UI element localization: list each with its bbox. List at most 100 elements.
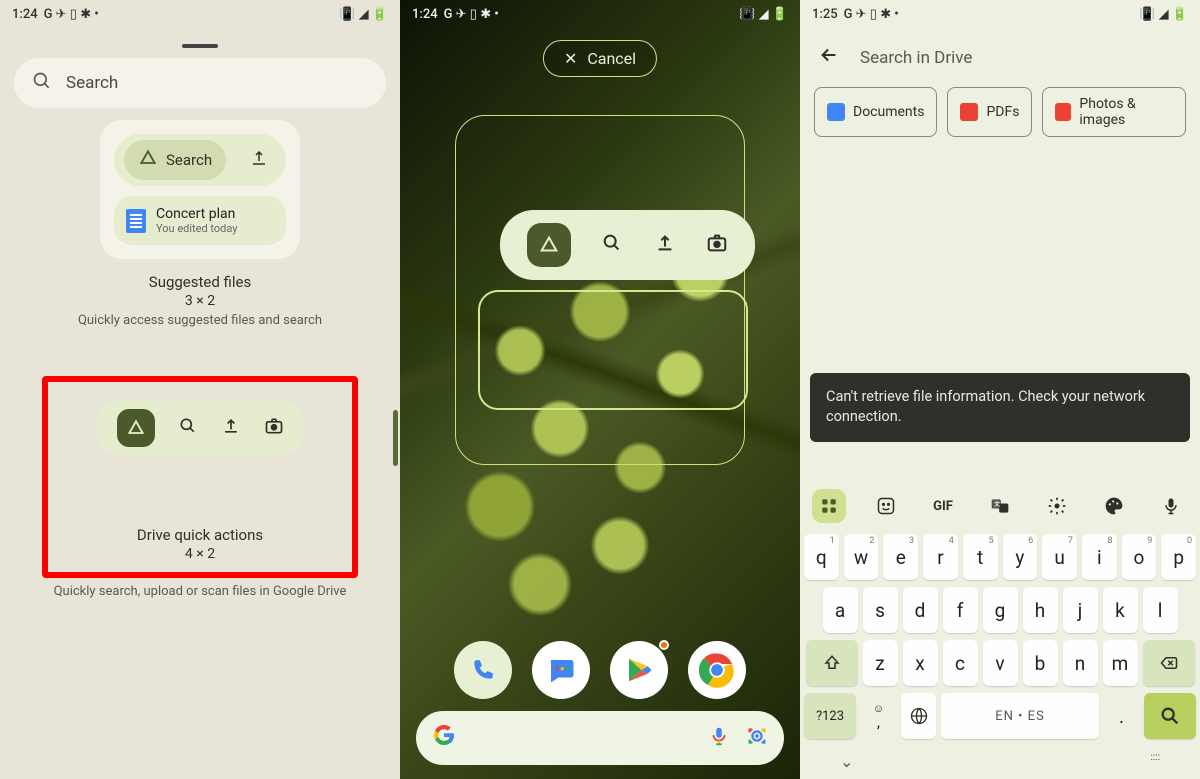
mic-icon[interactable]	[1154, 489, 1188, 523]
drive-icon[interactable]	[527, 223, 571, 267]
status-bar: 1:24 G ✈ ▯ ✱ • 📳 ◢ 🔋	[0, 0, 400, 28]
key-n[interactable]: n	[1063, 640, 1098, 686]
space-key[interactable]: EN • ES	[941, 693, 1099, 739]
search-icon	[178, 416, 198, 440]
highlight-box: Drive quick actions 4 × 2	[42, 376, 358, 578]
clock: 1:24	[12, 7, 38, 22]
widget-preview-quick-actions[interactable]	[95, 400, 305, 456]
backspace-key[interactable]	[1143, 640, 1195, 686]
key-f[interactable]: f	[943, 587, 978, 633]
key-c[interactable]: c	[943, 640, 978, 686]
key-h[interactable]: h	[1023, 587, 1058, 633]
widget-size: 4 × 2	[66, 546, 334, 562]
gif-button[interactable]: GIF	[926, 489, 960, 523]
key-i[interactable]: i8	[1082, 534, 1117, 580]
chip-images[interactable]: Photos & images	[1042, 87, 1186, 137]
shift-key[interactable]	[806, 640, 858, 686]
file-title: Concert plan	[156, 206, 237, 222]
key-a[interactable]: a	[823, 587, 858, 633]
widget-search[interactable]: Search	[14, 58, 386, 108]
resize-frame[interactable]	[478, 290, 748, 410]
docs-icon	[827, 103, 845, 121]
upload-icon	[221, 416, 241, 440]
key-v[interactable]: v	[983, 640, 1018, 686]
key-b[interactable]: b	[1023, 640, 1058, 686]
upload-icon[interactable]	[654, 232, 676, 258]
widget-name: Suggested files	[14, 273, 386, 291]
key-s[interactable]: s	[863, 587, 898, 633]
key-w[interactable]: w2	[844, 534, 879, 580]
drag-handle[interactable]	[182, 44, 218, 48]
lens-icon[interactable]	[746, 725, 768, 751]
key-l[interactable]: l	[1143, 587, 1178, 633]
chip-pdfs[interactable]: PDFs	[947, 87, 1032, 137]
close-icon: ✕	[564, 49, 577, 68]
key-q[interactable]: q1	[804, 534, 839, 580]
scroll-indicator[interactable]	[393, 410, 398, 466]
key-m[interactable]: m	[1103, 640, 1138, 686]
status-right: 📳 ◢ 🔋	[1139, 7, 1188, 22]
file-chip: Concert plan You edited today	[114, 196, 286, 245]
google-search-bar[interactable]	[416, 711, 784, 765]
image-icon	[1055, 103, 1071, 121]
apps-icon[interactable]	[812, 489, 846, 523]
settings-icon[interactable]	[1040, 489, 1074, 523]
clock: 1:25	[812, 7, 838, 22]
search-icon	[32, 71, 52, 96]
key-e[interactable]: e3	[883, 534, 918, 580]
search-placeholder: Search	[66, 73, 118, 93]
key-k[interactable]: k	[1103, 587, 1138, 633]
key-d[interactable]: d	[903, 587, 938, 633]
palette-icon[interactable]	[1097, 489, 1131, 523]
emoji-key[interactable]: ☺,	[861, 693, 896, 739]
keyboard-handle-icon[interactable]: ::::	[1150, 752, 1160, 771]
language-key[interactable]	[901, 693, 936, 739]
key-r[interactable]: r4	[923, 534, 958, 580]
widget-desc: Quickly access suggested files and searc…	[14, 313, 386, 328]
key-x[interactable]: x	[903, 640, 938, 686]
key-z[interactable]: z	[863, 640, 898, 686]
keyboard: GIF 文 q1w2e3r4t5y6u7i8o9p0 asdfghjkl zxc…	[800, 482, 1200, 779]
filter-chips: Documents PDFs Photos & images	[800, 87, 1200, 153]
svg-text:文: 文	[994, 500, 1000, 508]
sticker-icon[interactable]	[869, 489, 903, 523]
period-key[interactable]: .	[1104, 693, 1139, 739]
search-label: Search	[166, 151, 212, 169]
translate-icon[interactable]: 文	[983, 489, 1017, 523]
keyboard-row-3: zxcvbnm	[804, 640, 1196, 686]
symbols-key[interactable]: ?123	[804, 693, 856, 739]
search-key[interactable]	[1144, 693, 1196, 739]
play-store-app-icon[interactable]	[610, 641, 668, 699]
status-bar: 1:25 G ✈ ▯ ✱ • 📳 ◢ 🔋	[800, 0, 1200, 28]
camera-icon	[264, 416, 284, 440]
key-t[interactable]: t5	[963, 534, 998, 580]
mic-icon[interactable]	[708, 725, 730, 751]
dock	[400, 641, 800, 699]
collapse-keyboard-icon[interactable]: ⌄	[840, 752, 853, 771]
widget-size: 3 × 2	[14, 293, 386, 309]
chip-documents[interactable]: Documents	[814, 87, 937, 137]
key-o[interactable]: o9	[1122, 534, 1157, 580]
drive-icon	[138, 148, 158, 172]
camera-icon[interactable]	[706, 232, 728, 258]
key-g[interactable]: g	[983, 587, 1018, 633]
cancel-button[interactable]: ✕ Cancel	[543, 40, 657, 77]
search-icon[interactable]	[601, 232, 623, 258]
back-icon[interactable]	[818, 44, 840, 71]
upload-icon	[250, 149, 268, 171]
key-j[interactable]: j	[1063, 587, 1098, 633]
pdf-icon	[960, 103, 978, 121]
file-subtitle: You edited today	[156, 222, 237, 235]
widget-search-row: Search	[114, 134, 286, 186]
key-p[interactable]: p0	[1161, 534, 1196, 580]
messages-app-icon[interactable]	[532, 641, 590, 699]
search-input[interactable]: Search in Drive	[860, 48, 972, 68]
chrome-app-icon[interactable]	[688, 641, 746, 699]
key-y[interactable]: y6	[1003, 534, 1038, 580]
key-u[interactable]: u7	[1042, 534, 1077, 580]
widget-name: Drive quick actions	[66, 526, 334, 544]
drive-widget[interactable]	[500, 210, 755, 280]
widget-preview-suggested[interactable]: Search Concert plan You edited today	[100, 120, 300, 259]
keyboard-toolbar: GIF 文	[800, 482, 1200, 530]
phone-app-icon[interactable]	[454, 641, 512, 699]
